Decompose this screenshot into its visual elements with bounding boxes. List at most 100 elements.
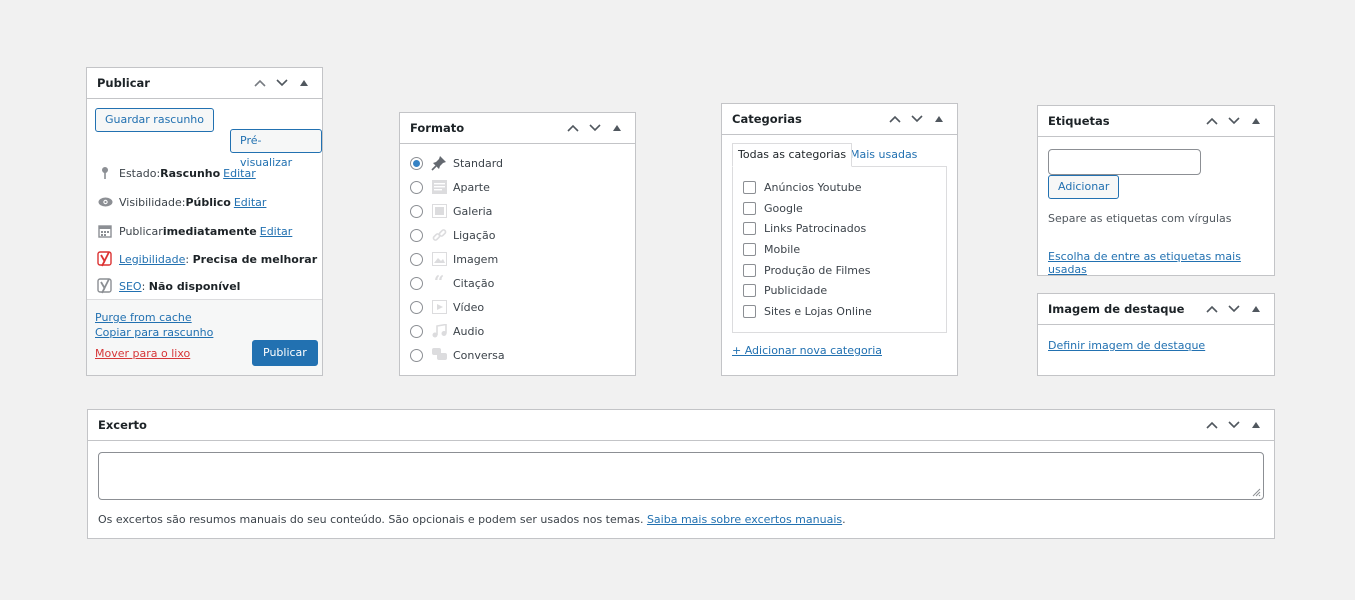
- radio-chat[interactable]: [410, 348, 423, 362]
- categories-box: Categorias Todas as categorias Mais usad…: [721, 103, 958, 376]
- status-label: Estado:: [119, 166, 161, 180]
- yoast-readability-icon: [97, 251, 113, 267]
- list-item[interactable]: Google: [743, 202, 803, 215]
- radio-gallery[interactable]: [410, 204, 423, 218]
- seo-link[interactable]: SEO: [119, 280, 142, 293]
- category-checkbox[interactable]: [743, 181, 756, 194]
- schedule-row: Publicar imediatamente Editar: [97, 223, 292, 239]
- radio-standard[interactable]: [410, 156, 423, 170]
- seo-sep: :: [141, 279, 149, 293]
- tag-input[interactable]: [1048, 149, 1201, 175]
- move-down-icon[interactable]: [274, 75, 290, 91]
- format-option-video[interactable]: Vídeo: [410, 299, 484, 315]
- category-checkbox[interactable]: [743, 264, 756, 277]
- quote-icon: “: [433, 272, 445, 293]
- pin-status-icon: [97, 165, 113, 181]
- move-down-icon[interactable]: [909, 111, 925, 127]
- collapse-toggle-icon[interactable]: [931, 111, 947, 127]
- publish-box-header: Publicar: [87, 68, 322, 99]
- excerpt-learn-more-link[interactable]: Saiba mais sobre excertos manuais: [647, 513, 842, 526]
- save-draft-button[interactable]: Guardar rascunho: [95, 108, 214, 132]
- collapse-toggle-icon[interactable]: [609, 120, 625, 136]
- readability-link[interactable]: Legibilidade: [119, 253, 185, 266]
- list-item[interactable]: Anúncios Youtube: [743, 181, 862, 194]
- video-icon: [431, 299, 447, 315]
- set-featured-image-link[interactable]: Definir imagem de destaque: [1048, 339, 1205, 352]
- purge-cache-link[interactable]: Purge from cache: [95, 311, 192, 324]
- category-checkbox[interactable]: [743, 202, 756, 215]
- list-item[interactable]: Produção de Filmes: [743, 264, 871, 277]
- format-option-audio[interactable]: Audio: [410, 323, 484, 339]
- featured-image-box-header: Imagem de destaque: [1038, 294, 1274, 325]
- format-option-gallery[interactable]: Galeria: [410, 203, 492, 219]
- move-up-icon[interactable]: [252, 75, 268, 91]
- readability-row: Legibilidade : Precisa de melhorar: [97, 251, 317, 267]
- excerpt-textarea[interactable]: [98, 452, 1264, 500]
- format-option-aside[interactable]: Aparte: [410, 179, 490, 195]
- radio-video[interactable]: [410, 300, 423, 314]
- seo-value: Não disponível: [148, 279, 241, 293]
- move-up-icon[interactable]: [1204, 113, 1220, 129]
- move-up-icon[interactable]: [565, 120, 581, 136]
- move-down-icon[interactable]: [587, 120, 603, 136]
- format-option-chat[interactable]: Conversa: [410, 347, 505, 363]
- seo-row: SEO : Não disponível: [97, 278, 240, 294]
- category-label: Produção de Filmes: [764, 264, 871, 277]
- radio-quote[interactable]: [410, 276, 423, 290]
- collapse-toggle-icon[interactable]: [296, 75, 312, 91]
- schedule-edit-link[interactable]: Editar: [260, 225, 293, 238]
- format-label: Ligação: [453, 228, 496, 242]
- add-tag-button[interactable]: Adicionar: [1048, 175, 1120, 199]
- excerpt-help-end: .: [842, 513, 846, 526]
- format-option-quote[interactable]: “ Citação: [410, 272, 494, 293]
- category-label: Google: [764, 202, 803, 215]
- preview-button[interactable]: Pré-visualizar: [230, 129, 322, 169]
- list-item[interactable]: Sites e Lojas Online: [743, 305, 872, 318]
- copy-draft-link[interactable]: Copiar para rascunho: [95, 326, 213, 339]
- trash-link[interactable]: Mover para o lixo: [95, 347, 190, 360]
- tab-all-categories[interactable]: Todas as categorias: [732, 143, 853, 167]
- add-category-link[interactable]: + Adicionar nova categoria: [732, 344, 882, 357]
- publish-button[interactable]: Publicar: [252, 340, 318, 366]
- move-up-icon[interactable]: [1204, 417, 1220, 433]
- pin-icon: [431, 155, 447, 171]
- format-label: Imagem: [453, 252, 499, 266]
- format-label: Audio: [453, 324, 485, 338]
- category-checkbox[interactable]: [743, 243, 756, 256]
- excerpt-box-header: Excerto: [88, 410, 1274, 441]
- tab-most-used[interactable]: Mais usadas: [850, 148, 917, 161]
- move-up-icon[interactable]: [1204, 301, 1220, 317]
- choose-tags-link[interactable]: Escolha de entre as etiquetas mais usada…: [1048, 250, 1274, 276]
- move-down-icon[interactable]: [1226, 301, 1242, 317]
- list-item[interactable]: Links Patrocinados: [743, 222, 866, 235]
- visibility-row: Visibilidade: Público Editar: [97, 194, 266, 210]
- excerpt-box-title: Excerto: [98, 418, 147, 432]
- move-down-icon[interactable]: [1226, 417, 1242, 433]
- category-checkbox[interactable]: [743, 305, 756, 318]
- move-down-icon[interactable]: [1226, 113, 1242, 129]
- list-item[interactable]: Mobile: [743, 243, 800, 256]
- category-label: Anúncios Youtube: [764, 181, 862, 194]
- categories-box-header: Categorias: [722, 104, 957, 135]
- move-up-icon[interactable]: [887, 111, 903, 127]
- format-option-link[interactable]: Ligação: [410, 227, 495, 243]
- radio-audio[interactable]: [410, 324, 423, 338]
- category-checkbox[interactable]: [743, 284, 756, 297]
- visibility-edit-link[interactable]: Editar: [234, 196, 267, 209]
- radio-link[interactable]: [410, 228, 423, 242]
- resize-handle-icon[interactable]: [1251, 487, 1261, 497]
- schedule-value: imediatamente: [162, 224, 257, 238]
- collapse-toggle-icon[interactable]: [1248, 301, 1264, 317]
- list-item[interactable]: Publicidade: [743, 284, 827, 297]
- format-label: Galeria: [453, 204, 493, 218]
- radio-aside[interactable]: [410, 180, 423, 194]
- radio-image[interactable]: [410, 252, 423, 266]
- collapse-toggle-icon[interactable]: [1248, 113, 1264, 129]
- categories-box-title: Categorias: [732, 112, 802, 126]
- format-option-standard[interactable]: Standard: [410, 155, 503, 171]
- format-option-image[interactable]: Imagem: [410, 251, 498, 267]
- format-label: Vídeo: [453, 300, 485, 314]
- status-edit-link[interactable]: Editar: [223, 167, 256, 180]
- category-checkbox[interactable]: [743, 222, 756, 235]
- collapse-toggle-icon[interactable]: [1248, 417, 1264, 433]
